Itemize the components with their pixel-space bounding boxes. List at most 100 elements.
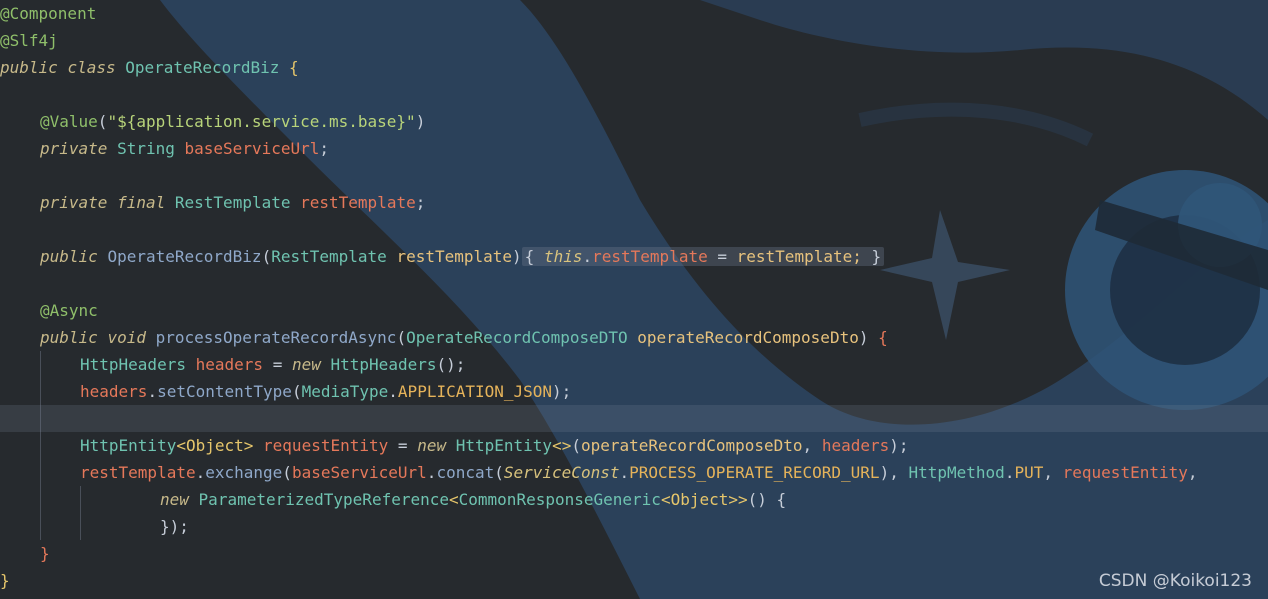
keyword: public [0,58,58,77]
class-name: MediaType [301,382,389,401]
variable-name: headers [195,355,264,374]
punctuation: ); [552,382,572,401]
folded-body[interactable]: { this.restTemplate = restTemplate; } [521,247,885,266]
code-line-6[interactable]: private String baseServiceUrl; [0,135,1268,162]
class-name: HttpMethod [908,463,1005,482]
semicolon: ; [415,193,426,212]
dot: . [388,382,398,401]
paren: () [747,490,767,509]
keyword: public [40,247,98,266]
method-name: setContentType [157,382,292,401]
dot: . [582,247,593,266]
field-name: restTemplate [300,193,416,212]
constant-name: PROCESS_OPERATE_RECORD_URL [629,463,880,482]
keyword: class [67,58,116,77]
code-line-13[interactable]: public void processOperateRecordAsync(Op… [0,324,1268,351]
diamond-operator: <> [552,436,572,455]
variable-name: requestEntity [263,436,389,455]
method-name: exchange [205,463,283,482]
brace: } [0,571,10,590]
comma: , [1187,463,1198,482]
code-line-22[interactable]: } [0,567,1268,594]
class-name: ServiceConst [503,463,620,482]
semicolon: ; [319,139,330,158]
generic-args: <Object> [176,436,254,455]
paren: ( [396,328,407,347]
type-name: HttpHeaders [80,355,186,374]
keyword: new [160,490,189,509]
dot: . [1004,463,1015,482]
comma: , [802,436,813,455]
type-name: RestTemplate [271,247,387,266]
class-name: OperateRecordBiz [125,58,280,77]
operator: = [717,247,727,266]
field-name: restTemplate [80,463,196,482]
paren: ( [291,382,302,401]
string-literal: "${application.service.ms.base}" [107,112,416,131]
keyword: private [40,139,108,158]
type-name: OperateRecordComposeDTO [406,328,628,347]
type-name: HttpHeaders [330,355,437,374]
type-name: ParameterizedTypeReference [198,490,449,509]
type-name: RestTemplate [174,193,291,212]
code-line-1[interactable]: @Component [0,0,1268,27]
code-line-5[interactable]: @Value("${application.service.ms.base}") [0,108,1268,135]
code-line-3[interactable]: public class OperateRecordBiz { [0,54,1268,81]
code-line-17[interactable]: HttpEntity<Object> requestEntity = new H… [0,432,1268,459]
dot: . [147,382,158,401]
code-area[interactable]: @Component @Slf4j public class OperateRe… [0,0,1268,594]
annotation-value: @Value [40,112,98,131]
annotation-slf4j: @Slf4j [0,31,58,50]
keyword: new [291,355,321,374]
brace: { [878,328,888,347]
punctuation: (); [436,355,466,374]
code-line-12[interactable]: @Async [0,297,1268,324]
paren: ) [415,112,426,131]
paren: ( [261,247,272,266]
generic-bracket: > [738,490,748,509]
keyword: public [40,328,98,347]
keyword: new [417,436,447,455]
type-name: HttpEntity [80,436,177,455]
generic-args: <Object> [660,490,738,509]
paren: ( [571,436,581,455]
keyword: void [107,328,146,347]
code-line-9[interactable] [0,216,1268,243]
field-name: restTemplate [592,247,708,266]
dot: . [426,463,437,482]
code-line-19[interactable]: new ParameterizedTypeReference<CommonRes… [0,486,1268,513]
code-line-16-caret-line[interactable] [0,405,1268,432]
generic-bracket: < [449,490,459,509]
type-name: HttpEntity [455,436,553,455]
code-line-21[interactable]: } [0,540,1268,567]
code-line-2[interactable]: @Slf4j [0,27,1268,54]
code-line-18[interactable]: restTemplate.exchange(baseServiceUrl.con… [0,459,1268,486]
code-line-10[interactable]: public OperateRecordBiz(RestTemplate res… [0,243,1268,270]
punctuation: }); [160,517,189,536]
type-name: String [117,139,175,158]
paren: ( [282,463,292,482]
variable-name: requestEntity [1062,463,1188,482]
brace: { [289,58,299,77]
paren: ) [879,463,890,482]
parameter-name: restTemplate; [736,247,862,266]
code-line-14[interactable]: HttpHeaders headers = new HttpHeaders(); [0,351,1268,378]
method-name: concat [436,463,495,482]
dot: . [195,463,206,482]
code-line-11[interactable] [0,270,1268,297]
code-editor[interactable]: @Component @Slf4j public class OperateRe… [0,0,1268,599]
code-line-7[interactable] [0,162,1268,189]
variable-name: headers [80,382,148,401]
paren: ( [494,463,504,482]
dot: . [619,463,630,482]
brace: { [776,490,787,509]
code-line-15[interactable]: headers.setContentType(MediaType.APPLICA… [0,378,1268,405]
code-line-8[interactable]: private final RestTemplate restTemplate; [0,189,1268,216]
parameter-name: operateRecordComposeDto [580,436,803,455]
constant-name: PUT [1014,463,1044,482]
paren: ( [97,112,108,131]
operator: = [397,436,408,455]
parameter-name: operateRecordComposeDto [637,328,859,347]
code-line-20[interactable]: }); [0,513,1268,540]
code-line-4[interactable] [0,81,1268,108]
